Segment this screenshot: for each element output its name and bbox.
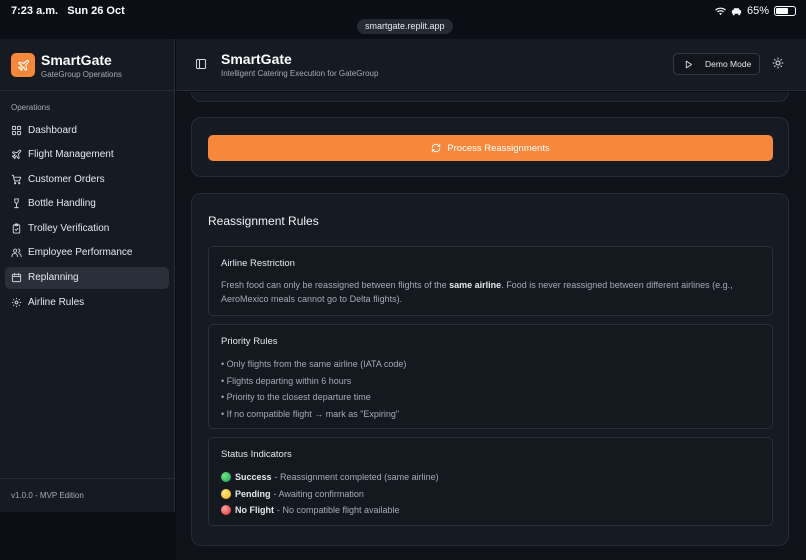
sidebar-item-airline-rules[interactable]: Airline Rules — [5, 291, 169, 313]
play-icon — [685, 60, 692, 68]
sidebar-item-label: Airline Rules — [28, 296, 85, 308]
airline-restriction-title: Airline Restriction — [221, 258, 295, 269]
clipboard-check-icon — [12, 223, 21, 234]
status-pending-line: Pending - Awaiting confirmation — [221, 486, 760, 503]
sidebar-item-employee-performance[interactable]: Employee Performance — [5, 242, 169, 264]
sidebar-item-trolley-verification[interactable]: Trolley Verification — [5, 217, 169, 239]
rules-title: Reassignment Rules — [208, 214, 319, 228]
airline-restriction-text: Fresh food can only be reassigned betwee… — [221, 280, 733, 304]
yellow-circle-icon — [221, 488, 231, 499]
wifi-icon — [715, 7, 726, 15]
process-reassignments-button[interactable]: Process Reassignments — [208, 135, 773, 161]
sidebar-item-label: Replanning — [28, 272, 79, 284]
refresh-icon — [432, 143, 441, 153]
priority-rules-title: Priority Rules — [221, 336, 278, 347]
brand-subtitle: GateGroup Operations — [41, 70, 122, 79]
status-no-flight-line: No Flight - No compatible flight availabl… — [221, 502, 760, 519]
sidebar-nav: Dashboard Flight Management Customer Ord… — [5, 119, 169, 316]
car-icon — [731, 7, 742, 15]
plane-logo-icon — [11, 53, 35, 77]
calendar-icon — [11, 272, 22, 283]
priority-rules-box: Priority Rules • Only flights from the s… — [208, 324, 773, 429]
sidebar-item-label: Employee Performance — [28, 247, 133, 259]
sidebar-toggle-icon[interactable] — [195, 58, 207, 70]
sidebar-item-label: Trolley Verification — [28, 222, 110, 234]
sidebar-item-dashboard[interactable]: Dashboard — [5, 119, 169, 141]
green-circle-icon — [221, 472, 231, 483]
sidebar-footer: v1.0.0 - MVP Edition — [0, 478, 175, 512]
priority-rule-item: • Priority to the closest departure time — [221, 392, 371, 402]
main-content: Process Reassignments Reassignment Rules… — [176, 92, 806, 560]
airline-restriction-box: Airline Restriction Fresh food can only … — [208, 246, 773, 316]
page-subtitle: Intelligent Catering Execution for GateG… — [221, 69, 379, 78]
sidebar-item-label: Dashboard — [28, 124, 77, 136]
sidebar-item-label: Flight Management — [28, 149, 114, 161]
priority-rule-item: • If no compatible flight → mark as "Exp… — [221, 408, 400, 419]
version-label: v1.0.0 - MVP Edition — [11, 491, 84, 500]
sun-icon[interactable] — [772, 57, 784, 69]
status-indicators-title: Status Indicators — [221, 449, 292, 460]
page-title: SmartGate — [221, 51, 292, 67]
dashboard-icon — [11, 125, 22, 135]
plane-icon — [11, 149, 22, 160]
sidebar-item-label: Customer Orders — [28, 173, 105, 185]
url-bar[interactable]: smartgate.replit.app — [357, 19, 453, 34]
status-right: 65% — [715, 5, 796, 17]
status-success-line: Success - Reassignment completed (same ai… — [221, 469, 760, 486]
sidebar: SmartGate GateGroup Operations Operation… — [0, 39, 175, 512]
battery-icon — [774, 6, 796, 16]
sidebar-item-flight-management[interactable]: Flight Management — [5, 144, 169, 166]
status-indicators-box: Status Indicators Success - Reassignment … — [208, 437, 773, 526]
demo-mode-button[interactable]: Demo Mode — [673, 53, 760, 75]
brand: SmartGate GateGroup Operations — [0, 39, 175, 91]
sidebar-item-customer-orders[interactable]: Customer Orders — [5, 168, 169, 190]
sidebar-item-label: Bottle Handling — [28, 198, 96, 210]
battery-percent: 65% — [746, 5, 769, 17]
demo-mode-label: Demo Mode — [705, 59, 752, 69]
red-circle-icon — [221, 505, 231, 516]
previous-card — [191, 92, 789, 102]
priority-rule-item: • Only flights from the same airline (IA… — [221, 359, 407, 369]
sidebar-item-replanning[interactable]: Replanning — [5, 266, 169, 289]
brand-title: SmartGate — [41, 52, 112, 68]
nav-section-label: Operations — [11, 103, 51, 112]
status-time: 7:23 a.m. Sun 26 Oct — [11, 5, 125, 17]
cart-icon — [11, 174, 22, 184]
process-card: Process Reassignments — [191, 117, 789, 177]
reassignment-rules-card: Reassignment Rules Airline Restriction F… — [191, 193, 789, 546]
priority-rule-item: • Flights departing within 6 hours — [221, 375, 352, 386]
wine-icon — [14, 198, 19, 209]
sidebar-item-bottle-handling[interactable]: Bottle Handling — [5, 193, 169, 215]
status-bar: 7:23 a.m. Sun 26 Oct 65% smartgate.repli… — [0, 0, 806, 38]
users-icon — [11, 249, 22, 258]
process-button-label: Process Reassignments — [447, 142, 550, 154]
gear-icon — [11, 297, 22, 307]
top-header: SmartGate Intelligent Catering Execution… — [176, 39, 806, 91]
